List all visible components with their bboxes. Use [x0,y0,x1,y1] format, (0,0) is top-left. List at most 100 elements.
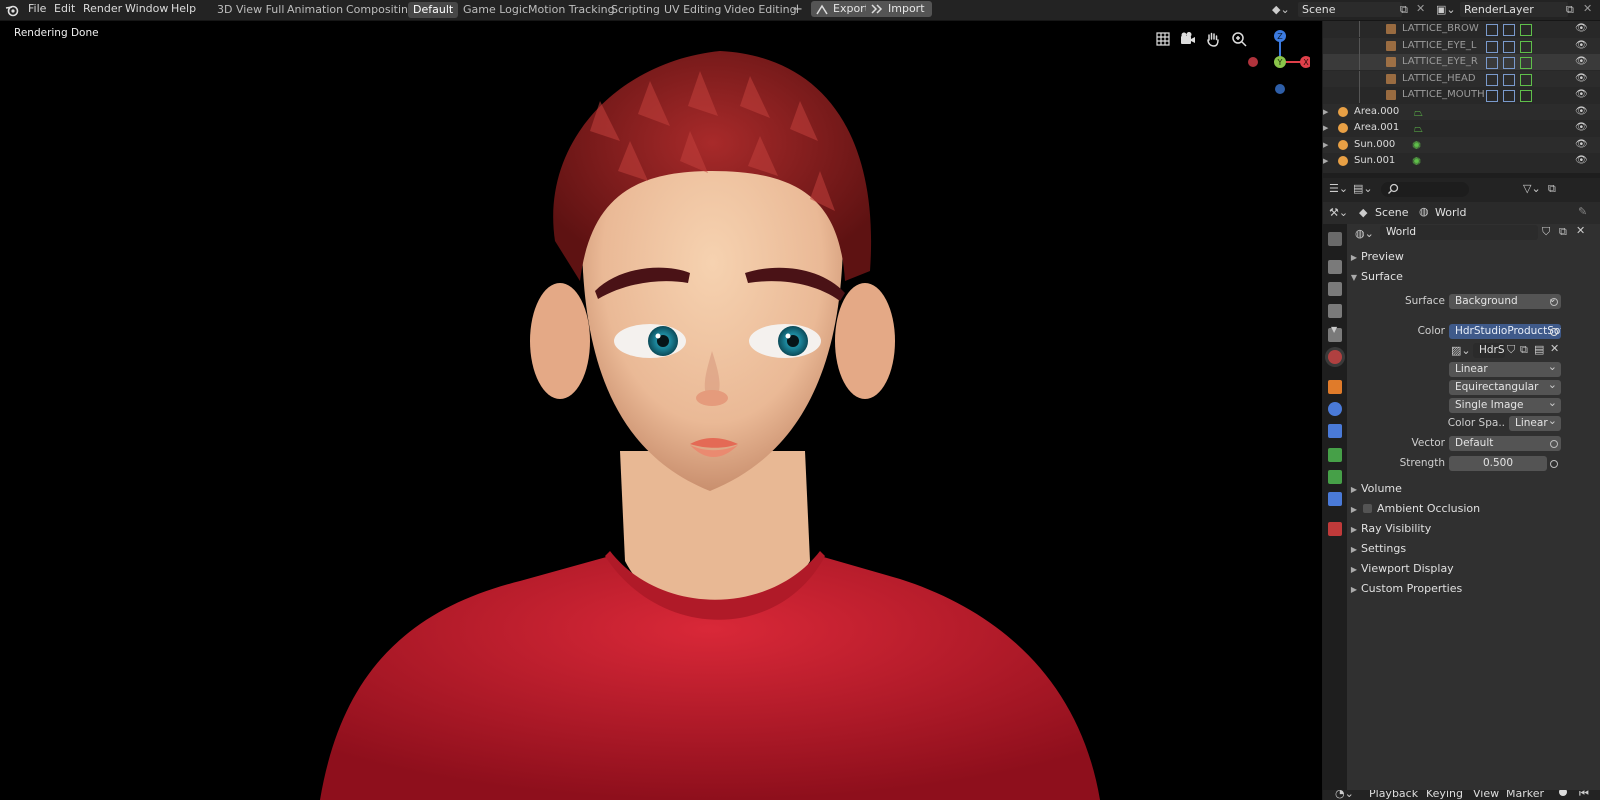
visibility-eye-icon[interactable]: 👁 [1575,153,1588,169]
pan-hand-icon[interactable] [1205,31,1221,47]
tab-default[interactable]: Default [408,2,459,18]
visibility-eye-icon[interactable]: 👁 [1575,54,1588,70]
particles-tab-icon[interactable] [1328,424,1342,438]
editor-type-icon[interactable]: ☰⌄ [1329,182,1348,195]
visibility-eye-icon[interactable]: 👁 [1575,120,1588,136]
camera-view-icon[interactable] [1180,31,1196,47]
panel-settings[interactable]: ▶ Settings [1347,540,1600,558]
panel-preview[interactable]: ▶ Preview [1347,248,1600,266]
lattice-grid-icon[interactable] [1520,90,1532,102]
lattice-grid-icon[interactable] [1520,40,1532,53]
outliner[interactable]: LATTICE_BROW 👁 LATTICE_EYE_L 👁 LATTICE_EYE_R… [1323,21,1600,173]
modifier-tab-icon[interactable] [1328,402,1342,416]
constraints-tab-icon[interactable] [1328,470,1342,484]
filter-icon[interactable]: ▽⌄ [1523,182,1541,195]
outliner-row[interactable]: ▶ Sun.001 ✺ 👁 [1323,153,1600,169]
expand-arrow-icon[interactable]: ▶ [1323,120,1328,136]
panel-volume[interactable]: ▶ Volume [1347,480,1600,498]
data-tab-icon[interactable] [1328,492,1342,506]
viewport-3d[interactable]: Rendering Done Z Y X [0,21,1322,800]
tab-3d-view-full[interactable]: 3D View Full [212,2,289,18]
unlink-world-icon[interactable]: ✕ [1576,224,1585,237]
lattice-data-icon[interactable] [1503,57,1515,69]
image-browse-icon[interactable]: ▨⌄ [1451,344,1471,357]
color-socket-icon[interactable] [1550,328,1558,336]
color-space-dropdown[interactable]: Linear [1509,416,1561,431]
projection-dropdown[interactable]: Equirectangular [1449,380,1561,395]
breadcrumb-world[interactable]: World [1435,206,1467,219]
outliner-row[interactable]: LATTICE_EYE_R 👁 [1323,54,1600,70]
sun-data-icon[interactable]: ✺ [1412,154,1421,170]
output-tab-icon[interactable] [1328,282,1342,296]
display-mode-icon[interactable]: ▤⌄ [1353,182,1373,195]
import-button[interactable]: Import [866,1,932,17]
sun-data-icon[interactable]: ✺ [1412,138,1421,154]
outliner-row[interactable]: LATTICE_BROW 👁 [1323,21,1600,37]
modifier-wrench-icon[interactable] [1486,24,1498,36]
interpolation-dropdown[interactable]: Linear [1449,362,1561,377]
visibility-eye-icon[interactable]: 👁 [1575,87,1588,103]
world-browse-icon[interactable]: ◍⌄ [1355,227,1374,240]
strength-socket-icon[interactable] [1550,460,1558,468]
search-field[interactable] [1381,182,1469,197]
outliner-row[interactable]: LATTICE_EYE_L 👁 [1323,37,1600,54]
color-image-texture[interactable]: HdrStudioProductSof... [1449,324,1561,339]
delete-layer-icon[interactable]: ✕ [1583,2,1592,15]
tab-animation[interactable]: Animation [282,2,348,18]
object-tab-icon[interactable] [1328,380,1342,394]
lattice-grid-icon[interactable] [1520,24,1532,36]
modifier-wrench-icon[interactable] [1486,73,1498,86]
marker-menu[interactable]: Marker [1506,790,1544,800]
world-name-field[interactable]: World [1380,225,1538,240]
pin-icon[interactable]: ✎ [1578,205,1587,218]
tab-game-logic[interactable]: Game Logic [458,2,533,18]
image-duplicate-icon[interactable]: ⧉ [1520,343,1528,357]
outliner-row[interactable]: ▶ Area.000 ⏢ 👁 [1323,103,1600,120]
image-fake-user-icon[interactable]: ⛉ [1507,343,1515,357]
scene-selector-icon[interactable]: ◆⌄ [1272,3,1294,17]
keying-menu[interactable]: Keying [1426,790,1463,800]
breadcrumb-scene[interactable]: Scene [1375,206,1409,219]
color-expand-icon[interactable]: ▼ [1331,325,1337,334]
new-scene-icon[interactable]: ⧉ [1400,3,1408,17]
grid-view-icon[interactable] [1155,31,1171,47]
strength-slider[interactable]: 0.500 [1449,456,1547,471]
light-data-icon[interactable]: ⏢ [1414,121,1423,137]
render-layer-field[interactable]: RenderLayer [1460,2,1568,17]
render-tab-icon[interactable] [1328,260,1342,274]
visibility-eye-icon[interactable]: 👁 [1575,38,1588,54]
image-unlink-icon[interactable]: ✕ [1550,342,1559,355]
lattice-data-icon[interactable] [1503,73,1515,86]
record-icon[interactable] [1559,790,1567,796]
expand-arrow-icon[interactable]: ▶ [1323,137,1328,153]
visibility-eye-icon[interactable]: 👁 [1575,71,1588,87]
panel-viewport-display[interactable]: ▶ Viewport Display [1347,560,1600,578]
fake-user-icon[interactable]: ⛉ [1542,225,1550,239]
view-layer-tab-icon[interactable] [1328,304,1342,318]
panel-surface[interactable]: ▼ Surface [1347,268,1600,286]
render-layer-icon[interactable]: ▣⌄ [1436,3,1456,16]
new-collection-icon[interactable]: ⧉ [1548,182,1556,196]
source-dropdown[interactable]: Single Image [1449,398,1561,413]
texture-tab-icon[interactable] [1328,522,1342,536]
lattice-data-icon[interactable] [1503,90,1515,102]
surface-socket-icon[interactable] [1550,298,1558,306]
timeline-editor-icon[interactable]: ◔⌄ [1335,790,1354,800]
lattice-data-icon[interactable] [1503,40,1515,53]
physics-tab-icon[interactable] [1328,448,1342,462]
tab-scripting[interactable]: Scripting [606,2,665,18]
jump-start-icon[interactable]: ⏮ [1579,790,1589,800]
image-name-field[interactable]: HdrS [1473,343,1505,358]
panel-custom-properties[interactable]: ▶ Custom Properties [1347,580,1600,598]
delete-scene-icon[interactable]: ✕ [1416,2,1425,15]
tab-uv-editing[interactable]: UV Editing [659,2,726,18]
lattice-data-icon[interactable] [1503,24,1515,36]
outliner-row[interactable]: ▶ Sun.000 ✺ 👁 [1323,136,1600,154]
menu-window[interactable]: Window [125,2,168,15]
world-tab-icon[interactable] [1328,350,1342,364]
modifier-wrench-icon[interactable] [1486,40,1498,53]
image-open-icon[interactable]: ▤ [1534,343,1544,356]
duplicate-world-icon[interactable]: ⧉ [1559,225,1567,239]
vector-field[interactable]: Default [1449,436,1561,451]
view-menu[interactable]: View [1473,790,1499,800]
